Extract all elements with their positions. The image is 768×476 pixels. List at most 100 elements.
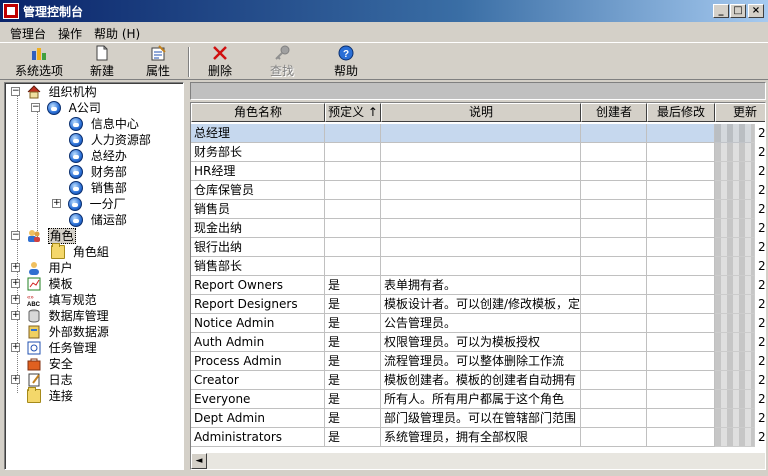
- log-icon: [27, 373, 41, 387]
- table-row[interactable]: Creator 是模板创建者。模板的创建者自动拥有 2: [191, 371, 765, 390]
- table-row[interactable]: 总经理 2: [191, 124, 765, 143]
- expand-icon[interactable]: +: [11, 295, 20, 304]
- cell-updated-redacted: [715, 428, 755, 447]
- column-header-updated[interactable]: 更新: [715, 103, 765, 122]
- cell-creator: [581, 352, 647, 371]
- cell-creator: [581, 143, 647, 162]
- globe-icon: [69, 180, 83, 195]
- tree-node-dept[interactable]: 财务部: [69, 163, 128, 179]
- tree-node-log[interactable]: + 日志: [11, 371, 74, 387]
- task-icon: [27, 341, 41, 355]
- toolbar: 系统选项 新建 属性 删除 查找 ? 帮助: [0, 42, 768, 80]
- cell-description: 系统管理员，拥有全部权限: [381, 428, 581, 447]
- column-header-predefined[interactable]: 预定义 ↑: [325, 103, 381, 122]
- properties-button[interactable]: 属性: [142, 45, 174, 79]
- menu-console[interactable]: 管理台: [10, 25, 46, 42]
- globe-icon: [69, 116, 83, 131]
- table-row[interactable]: 财务部长 2: [191, 143, 765, 162]
- cell-updated-redacted: [715, 143, 755, 162]
- tree-node-templates[interactable]: + 模板: [11, 275, 74, 291]
- tree-node-dept[interactable]: 总经办: [69, 147, 128, 163]
- cell-description: 所有人。所有用户都属于这个角色: [381, 390, 581, 409]
- cell-updated-redacted: [715, 390, 755, 409]
- cell-role-name: 财务部长: [191, 143, 325, 162]
- tree-node-dept[interactable]: + 一分厂: [52, 195, 127, 211]
- collapse-icon[interactable]: −: [11, 231, 20, 240]
- expand-icon[interactable]: +: [11, 279, 20, 288]
- table-row[interactable]: Notice Admin 是公告管理员。 2: [191, 314, 765, 333]
- tree-node-dept[interactable]: 人力资源部: [69, 131, 152, 147]
- tree-node-dept[interactable]: 信息中心: [69, 115, 140, 131]
- table-row[interactable]: 现金出纳 2: [191, 219, 765, 238]
- tree-node-connection[interactable]: 连接: [27, 386, 74, 403]
- cell-last-modified: [647, 333, 715, 352]
- tree-node-tasks[interactable]: + 任务管理: [11, 339, 98, 355]
- cell-updated-redacted: [715, 314, 755, 333]
- cell-updated: 2: [758, 183, 766, 197]
- delete-button[interactable]: 删除: [204, 45, 236, 79]
- collapse-icon[interactable]: −: [11, 87, 20, 96]
- column-header-role-name[interactable]: 角色名称: [191, 103, 325, 122]
- tree-node-role-group[interactable]: 角色組: [51, 242, 110, 259]
- cell-role-name: 总经理: [191, 124, 325, 143]
- close-button[interactable]: ×: [748, 4, 764, 18]
- cell-predefined: [325, 124, 381, 143]
- new-button[interactable]: 新建: [86, 45, 118, 79]
- expand-icon[interactable]: +: [11, 343, 20, 352]
- menu-help[interactable]: 帮助 (H): [94, 25, 140, 42]
- column-header-description[interactable]: 说明: [381, 103, 581, 122]
- cell-creator: [581, 371, 647, 390]
- table-row[interactable]: Report Designers 是模板设计者。可以创建/修改模板，定 2: [191, 295, 765, 314]
- table-row[interactable]: Everyone 是所有人。所有用户都属于这个角色 2: [191, 390, 765, 409]
- tree-node-role[interactable]: − 角色: [11, 227, 76, 244]
- table-row[interactable]: Auth Admin 是权限管理员。可以为模板授权 2: [191, 333, 765, 352]
- cell-predefined: [325, 162, 381, 181]
- collapse-icon[interactable]: −: [31, 103, 40, 112]
- column-header-last-modified[interactable]: 最后修改: [647, 103, 715, 122]
- tree-node-database[interactable]: + 数据库管理: [11, 307, 110, 323]
- table-row[interactable]: Dept Admin 是部门级管理员。可以在管辖部门范围 2: [191, 409, 765, 428]
- cell-predefined: 是: [325, 428, 381, 447]
- cell-updated: 2: [758, 430, 766, 444]
- table-row[interactable]: 销售部长 2: [191, 257, 765, 276]
- find-button[interactable]: 查找: [266, 45, 298, 79]
- minimize-button[interactable]: _: [713, 4, 729, 18]
- tree-node-dept[interactable]: 销售部: [69, 179, 128, 195]
- tree-node-fill-rules[interactable]: + «» ABC 填写规范: [11, 291, 98, 308]
- help-button[interactable]: ? 帮助: [330, 45, 362, 79]
- cell-predefined: 是: [325, 333, 381, 352]
- app-icon: [3, 3, 19, 19]
- cell-updated: 2: [758, 316, 766, 330]
- horizontal-scrollbar[interactable]: ◄: [191, 453, 765, 469]
- tree-node-org[interactable]: − 组织机构: [11, 83, 98, 99]
- table-row[interactable]: 银行出纳 2: [191, 238, 765, 257]
- cell-last-modified: [647, 371, 715, 390]
- cell-description: 流程管理员。可以整体删除工作流: [381, 352, 581, 371]
- cell-updated: 2: [758, 164, 766, 178]
- table-row[interactable]: 销售员 2: [191, 200, 765, 219]
- tree-node-security[interactable]: 安全: [27, 355, 74, 371]
- table-row[interactable]: Report Owners 是表单拥有者。 2: [191, 276, 765, 295]
- scroll-left-button[interactable]: ◄: [191, 453, 207, 469]
- menu-action[interactable]: 操作: [58, 25, 82, 42]
- expand-icon[interactable]: +: [11, 375, 20, 384]
- tree-node-company-a[interactable]: − A公司: [31, 99, 102, 115]
- expand-icon[interactable]: +: [11, 263, 20, 272]
- expand-icon[interactable]: +: [52, 199, 61, 208]
- tree-node-dept[interactable]: 储运部: [69, 211, 128, 227]
- menu-bar: 管理台 操作 帮助 (H): [0, 22, 768, 42]
- table-row[interactable]: HR经理 2: [191, 162, 765, 181]
- table-row[interactable]: Administrators 是系统管理员，拥有全部权限 2: [191, 428, 765, 447]
- column-header-creator[interactable]: 创建者: [581, 103, 647, 122]
- table-row[interactable]: Process Admin 是流程管理员。可以整体删除工作流 2: [191, 352, 765, 371]
- cell-role-name: Auth Admin: [191, 333, 325, 352]
- tree-node-users[interactable]: + 用户: [11, 259, 74, 275]
- globe-icon: [69, 148, 83, 163]
- tree-node-external-source[interactable]: 外部数据源: [27, 323, 110, 339]
- table-row[interactable]: 仓库保管员 2: [191, 181, 765, 200]
- system-options-button[interactable]: 系统选项: [14, 45, 64, 79]
- maximize-button[interactable]: □: [730, 4, 746, 18]
- user-icon: [27, 261, 41, 275]
- expand-icon[interactable]: +: [11, 311, 20, 320]
- cell-updated: 2: [758, 354, 766, 368]
